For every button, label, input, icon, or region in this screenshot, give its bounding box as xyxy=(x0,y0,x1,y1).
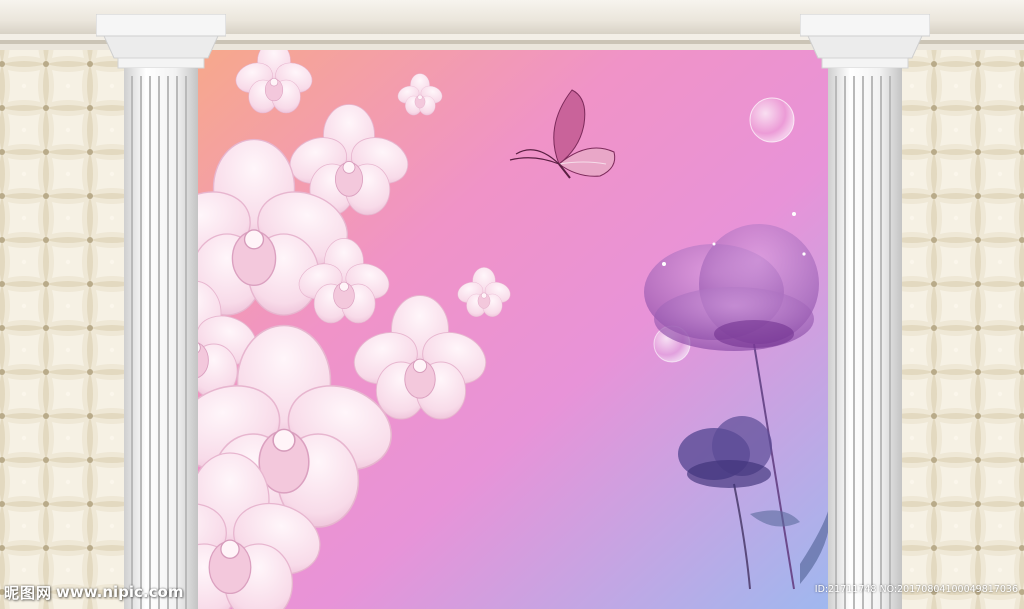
watermark-site-text: www.nipic.com xyxy=(56,583,184,601)
watermark-logo-text: 昵图网 xyxy=(4,583,53,602)
watermark-id-text: ID:21711748 NO:20170804100049817036 xyxy=(814,584,1018,595)
mural-scene: 昵图网 www.nipic.com ID:21711748 NO:2017080… xyxy=(0,0,1024,609)
floral-mural xyxy=(194,44,830,609)
column-left xyxy=(96,14,226,609)
column-right xyxy=(800,14,930,609)
watermark-logo: 昵图网 www.nipic.com xyxy=(4,580,183,604)
bubble-icon xyxy=(749,97,795,143)
